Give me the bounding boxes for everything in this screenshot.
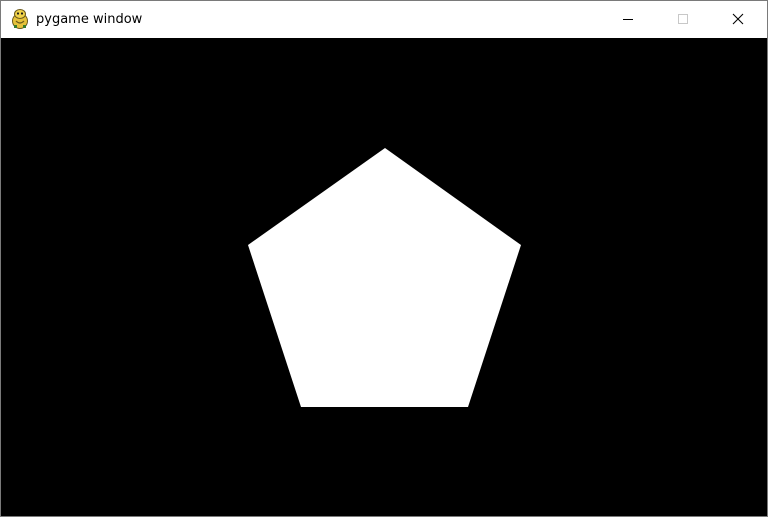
maximize-button[interactable] [660,1,706,38]
minimize-button[interactable] [605,1,651,38]
pygame-window: pygame window [0,0,768,517]
pygame-snake-icon [10,8,30,30]
minimize-icon [622,10,634,29]
window-title: pygame window [36,12,143,27]
game-canvas[interactable] [1,38,767,516]
pentagon-shape [248,148,521,407]
maximize-icon [677,10,689,29]
close-icon [732,10,744,29]
close-button[interactable] [715,1,761,38]
canvas-drawing [248,148,521,407]
title-bar[interactable]: pygame window [1,1,767,38]
